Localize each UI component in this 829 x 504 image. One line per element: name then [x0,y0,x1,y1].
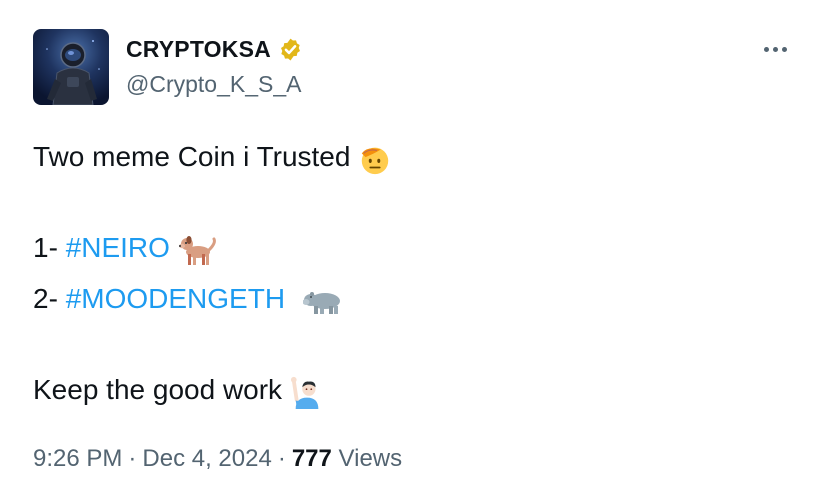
hashtag-neiro-link[interactable]: #NEIRO [66,232,170,263]
verified-badge-icon [280,38,300,60]
dog-icon [178,235,216,265]
hashtag-moodengeth-link[interactable]: #MOODENGETH [66,283,285,314]
astronaut-avatar-image [46,40,100,105]
tweet-time[interactable]: 9:26 PM [33,445,122,472]
author-name-row: CRYPTOKSA [126,34,303,64]
author-handle[interactable]: @Crypto_K_S_A [126,71,302,98]
list-number: 2- [33,283,66,314]
more-options-button[interactable] [764,40,794,60]
man-raising-hand-icon [291,375,324,409]
tweet-line-2: 1- #NEIRO [33,231,218,267]
tweet-text: Keep the good work [33,374,283,405]
meta-separator: · [277,445,286,472]
tweet-card: CRYPTOKSA @Crypto_K_S_A Two meme Coin i … [0,0,829,504]
views-label: Views [338,445,403,472]
tweet-line-4: Keep the good work [33,373,324,409]
saluting-face-icon [362,147,389,174]
dot-icon [764,47,769,52]
views-count: 777 [291,445,332,472]
tweet-meta: 9:26 PM · Dec 4, 2024 · 777 Views [33,445,402,473]
tweet-date[interactable]: Dec 4, 2024 [142,445,271,472]
tweet-text: Two meme Coin i Trusted [33,141,351,172]
author-display-name[interactable]: CRYPTOKSA [126,36,271,63]
tweet-line-1: Two meme Coin i Trusted [33,140,392,176]
dot-icon [782,47,787,52]
meta-separator: · [128,445,137,472]
list-number: 1- [33,232,66,263]
dot-icon [773,47,778,52]
avatar[interactable] [33,29,109,105]
tweet-line-3: 2- #MOODENGETH [33,282,345,316]
hippopotamus-icon [303,291,341,314]
